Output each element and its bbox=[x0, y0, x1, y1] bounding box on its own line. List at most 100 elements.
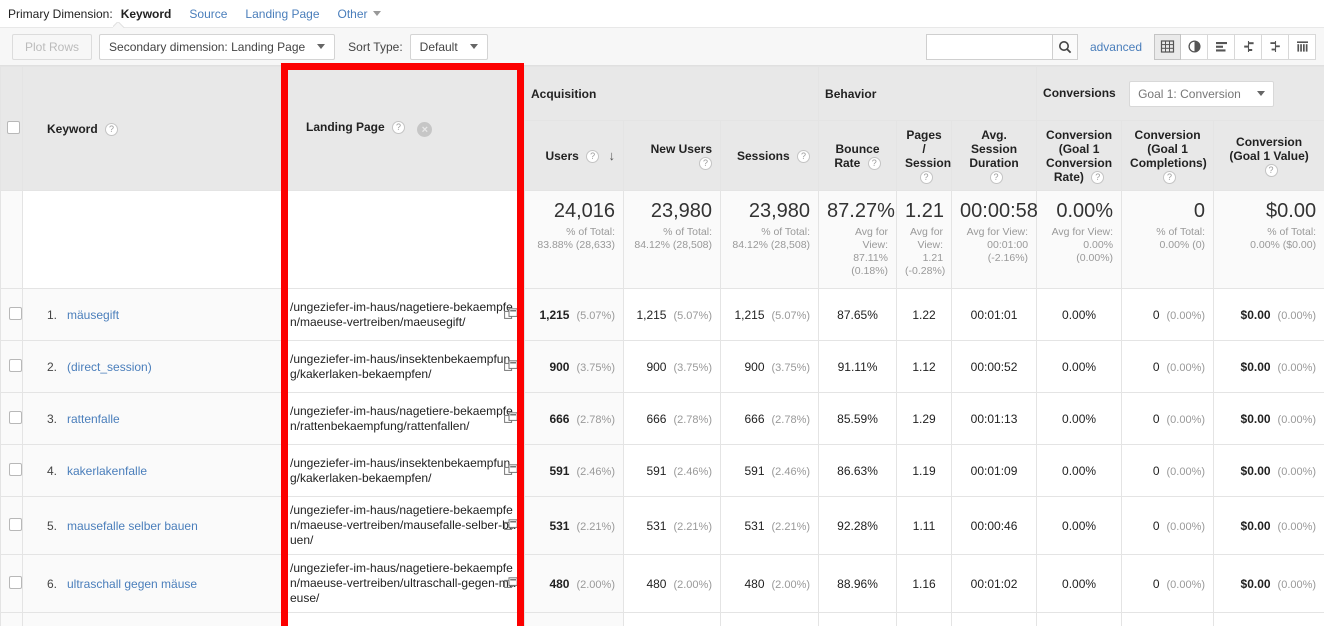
row-checkbox[interactable] bbox=[9, 358, 22, 372]
sessions-value: 666 bbox=[744, 411, 765, 426]
performance-view-button[interactable] bbox=[1208, 33, 1235, 60]
help-icon[interactable]: ? bbox=[1264, 163, 1278, 177]
keyword-column-header[interactable]: Keyword ? bbox=[22, 66, 282, 191]
analytics-report-page: Primary Dimension: Keyword Source Landin… bbox=[0, 0, 1324, 626]
remove-secondary-dimension-icon[interactable]: × bbox=[417, 122, 433, 138]
primary-dimension-landing-page[interactable]: Landing Page bbox=[245, 7, 319, 21]
keyword-link[interactable]: ultraschall gegen mäuse bbox=[67, 577, 197, 591]
open-in-new-window-icon[interactable] bbox=[504, 463, 518, 478]
row-index: 2. bbox=[46, 359, 57, 374]
conversion-completions-percent: (0.00%) bbox=[1166, 413, 1206, 426]
comparison-view-button[interactable] bbox=[1235, 33, 1262, 60]
open-in-new-window-icon[interactable] bbox=[504, 411, 518, 426]
help-icon[interactable]: ? bbox=[586, 150, 600, 163]
row-checkbox-cell bbox=[0, 392, 23, 445]
keyword-link[interactable]: (direct_session) bbox=[67, 360, 152, 374]
plot-rows-button[interactable]: Plot Rows bbox=[12, 33, 93, 60]
keyword-link[interactable]: mausefalle selber bauen bbox=[67, 519, 198, 533]
totals-conversion-completions-sub: % of Total: 0.00% (0) bbox=[1156, 226, 1206, 251]
percentage-view-button[interactable] bbox=[1181, 33, 1208, 60]
table-row: 3. rattenfalle/ungeziefer-im-haus/nagetie… bbox=[0, 392, 1324, 445]
help-icon[interactable]: ? bbox=[1163, 170, 1177, 184]
primary-dimension-keyword[interactable]: Keyword bbox=[121, 7, 172, 21]
advanced-link[interactable]: advanced bbox=[1090, 40, 1142, 54]
conversion-rate-cell: 0.00% bbox=[1036, 496, 1123, 555]
help-icon[interactable]: ? bbox=[989, 170, 1003, 184]
primary-dimension-source[interactable]: Source bbox=[189, 7, 227, 21]
sessions-percent: (3.75%) bbox=[771, 361, 811, 374]
new-users-cell: 666 (2.78%) bbox=[623, 392, 721, 445]
bounce-rate-column-header[interactable]: Bounce Rate ? bbox=[818, 120, 898, 191]
conversion-completions-column-header[interactable]: Conversion (Goal 1 Completions) ? bbox=[1121, 120, 1215, 191]
goal-select[interactable]: Goal 1: Conversion bbox=[1129, 80, 1274, 107]
help-icon[interactable]: ? bbox=[919, 170, 933, 184]
pages-session-column-header[interactable]: Pages / Session ? bbox=[896, 120, 953, 191]
help-icon[interactable]: ? bbox=[105, 122, 119, 136]
new-users-column-header[interactable]: New Users ? bbox=[623, 120, 721, 191]
help-icon[interactable]: ? bbox=[867, 156, 881, 170]
sessions-percent: (2.46%) bbox=[771, 465, 811, 478]
conversion-rate-cell: 0.00% bbox=[1036, 444, 1123, 497]
new-users-percent: (5.07%) bbox=[673, 309, 712, 322]
open-in-new-window-icon[interactable] bbox=[504, 359, 518, 374]
search-button[interactable] bbox=[1051, 33, 1078, 60]
avg-duration-cell: 00:01:01 bbox=[951, 288, 1038, 341]
totals-users-value: 24,016 bbox=[553, 200, 615, 222]
open-in-new-window-icon[interactable] bbox=[504, 576, 518, 591]
sessions-percent: (5.07%) bbox=[771, 309, 811, 322]
chevron-down-icon bbox=[317, 44, 326, 49]
table-view-button[interactable] bbox=[1154, 33, 1181, 60]
help-icon[interactable]: ? bbox=[797, 149, 811, 163]
totals-sessions-sub: % of Total: 84.12% (28,508) bbox=[732, 226, 811, 251]
conversion-completions-value: 0 bbox=[1152, 307, 1160, 322]
new-users-cell: 900 (3.75%) bbox=[623, 340, 721, 393]
landing-page-cell: /ungeziefer-im-haus/nagetiere-bekaempfen… bbox=[281, 554, 525, 613]
new-users-value: 531 bbox=[646, 518, 667, 533]
sort-descending-icon[interactable]: ↓ bbox=[609, 148, 616, 163]
keyword-link[interactable]: rattenfalle bbox=[67, 412, 120, 426]
landing-page-column-header[interactable]: Landing Page ? × bbox=[281, 66, 525, 191]
totals-avg-duration-sub: Avg for View: 00:01:00 (-2.16%) bbox=[966, 226, 1029, 264]
view-type-group bbox=[1154, 33, 1316, 60]
secondary-dimension-label: Secondary dimension: Landing Page bbox=[109, 39, 306, 54]
conversion-value-column-header[interactable]: Conversion (Goal 1 Value) ? bbox=[1213, 120, 1324, 191]
row-checkbox[interactable] bbox=[9, 410, 22, 424]
select-all-checkbox[interactable] bbox=[7, 120, 20, 134]
sessions-cell: 531 (2.21%) bbox=[719, 496, 820, 555]
row-checkbox[interactable] bbox=[9, 517, 22, 531]
conversion-value-value: $0.00 bbox=[1240, 411, 1271, 426]
sort-type-select[interactable]: Default bbox=[409, 33, 488, 60]
search-input[interactable] bbox=[925, 33, 1052, 60]
conversion-value-value: $0.00 bbox=[1240, 576, 1271, 591]
conversion-rate-cell: 0.00% bbox=[1036, 340, 1123, 393]
totals-bounce-rate-cell: 87.27% Avg for View: 87.11% (0.18%) bbox=[818, 190, 898, 289]
avg-session-duration-column-header[interactable]: Avg. Session Duration ? bbox=[951, 120, 1038, 191]
row-checkbox[interactable] bbox=[9, 462, 22, 476]
bounce-rate-cell: 87.65% bbox=[818, 288, 898, 341]
open-in-new-window-icon[interactable] bbox=[504, 307, 518, 322]
sessions-value: 531 bbox=[744, 518, 765, 533]
help-icon[interactable]: ? bbox=[1091, 170, 1105, 184]
open-in-new-window-icon[interactable] bbox=[504, 518, 518, 533]
conversion-value-header-label: Conversion (Goal 1 Value) bbox=[1229, 134, 1309, 163]
behavior-group-header: Behavior bbox=[818, 66, 1038, 121]
conversion-rate-column-header[interactable]: Conversion (Goal 1 Conversion Rate) ? bbox=[1036, 120, 1123, 191]
secondary-dimension-select[interactable]: Secondary dimension: Landing Page bbox=[99, 33, 336, 60]
keyword-link[interactable]: kakerlakenfalle bbox=[67, 464, 147, 478]
conversion-rate-cell: 0.00% bbox=[1036, 392, 1123, 445]
totals-conversion-rate-sub: Avg for View: 0.00% (0.00%) bbox=[1051, 226, 1114, 264]
help-icon[interactable]: ? bbox=[392, 120, 406, 134]
term-cloud-view-button[interactable] bbox=[1262, 33, 1289, 60]
pivot-view-button[interactable] bbox=[1289, 33, 1316, 60]
primary-dimension-other[interactable]: Other bbox=[338, 7, 381, 21]
keyword-link[interactable]: mäusegift bbox=[67, 308, 119, 322]
landing-page-text: /ungeziefer-im-haus/nagetiere-bekaempfen… bbox=[290, 503, 516, 547]
conversion-value-cell: $0.00 (0.00%) bbox=[1213, 340, 1324, 393]
users-column-header[interactable]: Users ? ↓ bbox=[524, 120, 624, 191]
sessions-column-header[interactable]: Sessions ? bbox=[719, 120, 820, 191]
help-icon[interactable]: ? bbox=[699, 156, 712, 170]
new-users-value: 480 bbox=[646, 576, 667, 591]
row-checkbox[interactable] bbox=[9, 306, 22, 320]
row-checkbox[interactable] bbox=[9, 575, 22, 589]
pages-session-cell: 1.29 bbox=[896, 392, 953, 445]
